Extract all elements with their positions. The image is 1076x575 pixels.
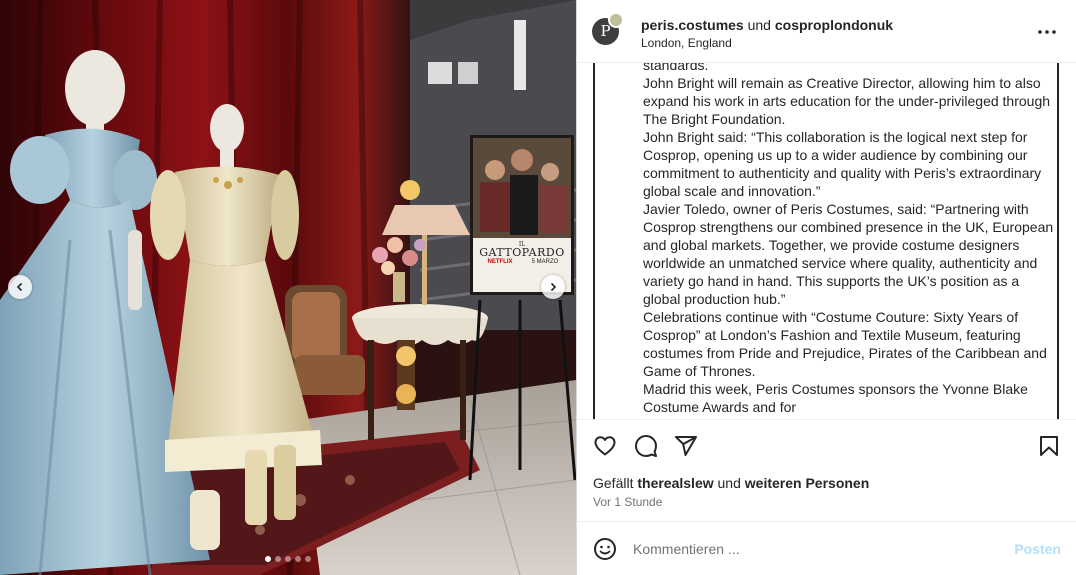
carousel-dot [305,556,311,562]
caption-paragraph: Javier Toledo, owner of Peris Costumes, … [643,201,1054,307]
share-icon [675,436,697,456]
bookmark-icon [1040,436,1058,456]
post-timestamp[interactable]: Vor 1 Stunde [593,494,662,510]
author-connector: und [747,16,771,33]
liked-by-username[interactable]: therealslew [637,475,713,491]
poster-network: NETFLIX [488,259,513,265]
post-actions [577,419,1076,471]
comment-button[interactable] [634,434,658,458]
more-options-button[interactable] [1035,22,1059,42]
comment-composer: Posten [577,521,1076,575]
comment-input[interactable] [633,540,993,557]
poster-title: GATTOPARDO [479,246,564,259]
caption-paragraph: Madrid this week, Peris Costumes sponsor… [643,381,1028,415]
caption-scroll-area[interactable]: standards. John Bright will remain as Cr… [593,63,1059,419]
likes-summary: Gefällt therealslew und weiteren Persone… [593,474,869,492]
avatar[interactable]: P [592,11,624,45]
post-photo[interactable]: IL GATTOPARDO NETFLIX 5 MARZO [0,0,576,575]
post-details-panel: P peris.costumes und cosproplondonuk Lon… [576,0,1076,575]
comment-icon [635,435,657,457]
carousel-dot [275,556,281,562]
carousel-dot [265,556,271,562]
caption-paragraph: John Bright will remain as Creative Dire… [643,75,1051,127]
costume-exhibit-image: IL GATTOPARDO NETFLIX 5 MARZO [0,0,576,575]
share-button[interactable] [674,434,698,458]
carousel-dot [295,556,301,562]
post-location[interactable]: London, England [641,35,893,51]
post-authors: peris.costumes und cosproplondonuk [641,16,893,34]
coauthor-username[interactable]: cosproplondonuk [775,17,893,33]
caption-paragraph: Celebrations continue with “Costume Cout… [643,309,1047,379]
caption-paragraph: standards. [643,63,709,73]
author-username[interactable]: peris.costumes [641,17,744,33]
like-button[interactable] [593,434,617,458]
more-horizontal-icon [1038,30,1056,34]
post-header: P peris.costumes und cosproplondonuk Lon… [577,0,1076,63]
post-comment-button[interactable]: Posten [1014,541,1061,557]
liked-by-others-link[interactable]: weiteren Personen [745,475,870,491]
carousel-prev-button[interactable] [8,275,32,299]
post-header-text: peris.costumes und cosproplondonuk Londo… [641,16,893,51]
carousel-indicator [0,556,576,562]
coauthor-avatar[interactable] [608,11,624,28]
post-caption: standards. John Bright will remain as Cr… [595,63,1057,416]
emoji-icon [594,537,616,560]
chevron-right-icon [550,282,557,292]
caption-paragraph: John Bright said: “This collaboration is… [643,129,1042,199]
likes-connector: und [717,475,741,491]
carousel-dot [285,556,291,562]
likes-prefix: Gefällt [593,475,634,491]
save-button[interactable] [1037,434,1061,458]
heart-icon [594,436,616,456]
emoji-button[interactable] [593,537,617,561]
chevron-left-icon [16,282,23,292]
poster-date: 5 MARZO [532,259,559,265]
carousel-next-button[interactable] [541,275,565,299]
instagram-post-view: IL GATTOPARDO NETFLIX 5 MARZO P peris.co… [0,0,1076,575]
